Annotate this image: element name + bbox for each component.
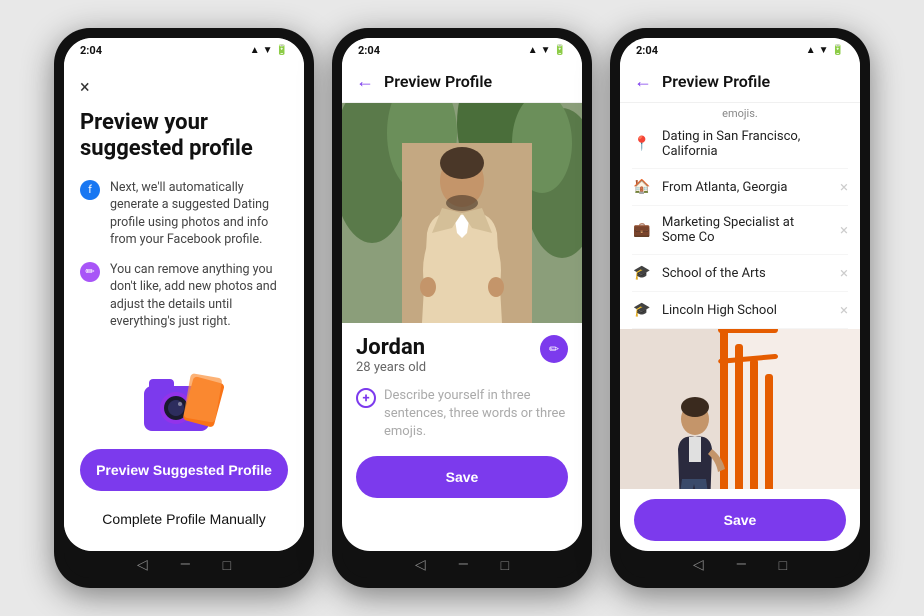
- save-button-2[interactable]: Save: [356, 456, 568, 498]
- battery-icon-3: 🔋: [832, 45, 844, 56]
- info-item-job: 💼 Marketing Specialist at Some Co ×: [632, 206, 848, 255]
- school-icon-1: 🎓: [632, 265, 652, 281]
- pencil-icon: ✏: [80, 262, 100, 282]
- bullet-edit-text: You can remove anything you don't like, …: [110, 261, 288, 331]
- nav-square-icon-2[interactable]: □: [501, 557, 509, 574]
- phone-2-header: ← Preview Profile: [342, 61, 582, 103]
- phone-3-status-bar: 2:04 ▲ ▼ 🔋: [620, 38, 860, 61]
- nav-back-icon[interactable]: ◁: [137, 557, 148, 574]
- info-item-location: 📍 Dating in San Francisco, California: [632, 120, 848, 169]
- phone-1: 2:04 ▲ ▼ 🔋 × Preview your suggested prof…: [54, 28, 314, 588]
- phone-1-time: 2:04: [80, 44, 102, 57]
- remove-job-button[interactable]: ×: [840, 221, 848, 239]
- bullet-facebook: f Next, we'll automatically generate a s…: [80, 179, 288, 249]
- phone-3-nav: ◁ — □: [620, 551, 860, 578]
- phone-2-nav: ◁ — □: [342, 551, 582, 578]
- profile-photo-svg: [342, 103, 582, 323]
- camera-illustration: [129, 351, 239, 441]
- add-description-button[interactable]: +: [356, 388, 376, 408]
- back-arrow-3[interactable]: ←: [634, 71, 652, 92]
- profile-info-section: Jordan 28 years old ✏ + Describe yoursel…: [342, 323, 582, 551]
- close-button[interactable]: ×: [80, 77, 288, 98]
- bullet-edit: ✏ You can remove anything you don't like…: [80, 261, 288, 331]
- signal-icon-2: ▲: [528, 45, 538, 56]
- remove-hometown-button[interactable]: ×: [840, 178, 848, 196]
- nav-square-icon-3[interactable]: □: [779, 557, 787, 574]
- phone-3-header: ← Preview Profile: [620, 61, 860, 103]
- preview-suggested-profile-button[interactable]: Preview Suggested Profile: [80, 449, 288, 491]
- work-icon: 💼: [632, 222, 652, 238]
- describe-row: + Describe yourself in three sentences, …: [356, 387, 568, 442]
- phone-1-content: × Preview your suggested profile f Next,…: [64, 61, 304, 551]
- school-icon-2: 🎓: [632, 302, 652, 318]
- phone-1-screen: 2:04 ▲ ▼ 🔋 × Preview your suggested prof…: [64, 38, 304, 551]
- edit-profile-button[interactable]: ✏: [540, 335, 568, 363]
- info-list: 📍 Dating in San Francisco, California 🏠 …: [620, 120, 860, 329]
- phone-1-status-icons: ▲ ▼ 🔋: [250, 45, 288, 56]
- info-item-school1: 🎓 School of the Arts ×: [632, 255, 848, 292]
- info-school1-text: School of the Arts: [662, 266, 830, 281]
- phone-1-nav: ◁ — □: [64, 551, 304, 578]
- stair-photo-svg: [620, 329, 860, 489]
- back-arrow-2[interactable]: ←: [356, 71, 374, 92]
- phone-3-header-title: Preview Profile: [662, 72, 770, 91]
- nav-home-icon-3[interactable]: —: [736, 557, 747, 574]
- phone-2: 2:04 ▲ ▼ 🔋 ← Preview Profile: [332, 28, 592, 588]
- nav-back-icon-3[interactable]: ◁: [693, 557, 704, 574]
- profile-name-block: Jordan 28 years old: [356, 335, 426, 383]
- info-hometown-text: From Atlanta, Georgia: [662, 180, 830, 195]
- illustration: [80, 351, 288, 441]
- profile-photo-2: [620, 329, 860, 489]
- wifi-icon-3: ▼: [819, 45, 829, 56]
- phone-1-title: Preview your suggested profile: [80, 110, 288, 163]
- profile-name-row: Jordan 28 years old ✏: [356, 335, 568, 383]
- info-location-text: Dating in San Francisco, California: [662, 129, 848, 159]
- info-job-text: Marketing Specialist at Some Co: [662, 215, 830, 245]
- info-item-school2: 🎓 Lincoln High School ×: [632, 292, 848, 329]
- location-icon: 📍: [632, 136, 652, 152]
- phone-3: 2:04 ▲ ▼ 🔋 ← Preview Profile emojis. 📍 D…: [610, 28, 870, 588]
- profile-age: 28 years old: [356, 360, 426, 375]
- emojis-label: emojis.: [620, 103, 860, 120]
- remove-school1-button[interactable]: ×: [840, 264, 848, 282]
- phone-3-time: 2:04: [636, 44, 658, 57]
- signal-icon-3: ▲: [806, 45, 816, 56]
- battery-icon-2: 🔋: [554, 45, 566, 56]
- home-icon: 🏠: [632, 179, 652, 195]
- phone-1-status-bar: 2:04 ▲ ▼ 🔋: [64, 38, 304, 61]
- save-button-3[interactable]: Save: [634, 499, 846, 541]
- nav-square-icon[interactable]: □: [223, 557, 231, 574]
- battery-icon: 🔋: [276, 45, 288, 56]
- bullet-facebook-text: Next, we'll automatically generate a sug…: [110, 179, 288, 249]
- describe-placeholder: Describe yourself in three sentences, th…: [384, 387, 568, 442]
- scene: 2:04 ▲ ▼ 🔋 × Preview your suggested prof…: [34, 8, 890, 608]
- remove-school2-button[interactable]: ×: [840, 301, 848, 319]
- info-school2-text: Lincoln High School: [662, 303, 830, 318]
- nav-home-icon[interactable]: —: [180, 557, 191, 574]
- phone-3-screen: 2:04 ▲ ▼ 🔋 ← Preview Profile emojis. 📍 D…: [620, 38, 860, 551]
- wifi-icon-2: ▼: [541, 45, 551, 56]
- profile-photo: [342, 103, 582, 323]
- signal-icon: ▲: [250, 45, 260, 56]
- phone-2-time: 2:04: [358, 44, 380, 57]
- phone-2-header-title: Preview Profile: [384, 72, 492, 91]
- nav-back-icon-2[interactable]: ◁: [415, 557, 426, 574]
- facebook-icon: f: [80, 180, 100, 200]
- phone-2-status-bar: 2:04 ▲ ▼ 🔋: [342, 38, 582, 61]
- phone-2-screen: 2:04 ▲ ▼ 🔋 ← Preview Profile: [342, 38, 582, 551]
- phone-3-status-icons: ▲ ▼ 🔋: [806, 45, 844, 56]
- phone-2-status-icons: ▲ ▼ 🔋: [528, 45, 566, 56]
- nav-home-icon-2[interactable]: —: [458, 557, 469, 574]
- complete-profile-manually-button[interactable]: Complete Profile Manually: [80, 499, 288, 539]
- info-item-hometown: 🏠 From Atlanta, Georgia ×: [632, 169, 848, 206]
- profile-name: Jordan: [356, 335, 426, 360]
- wifi-icon: ▼: [263, 45, 273, 56]
